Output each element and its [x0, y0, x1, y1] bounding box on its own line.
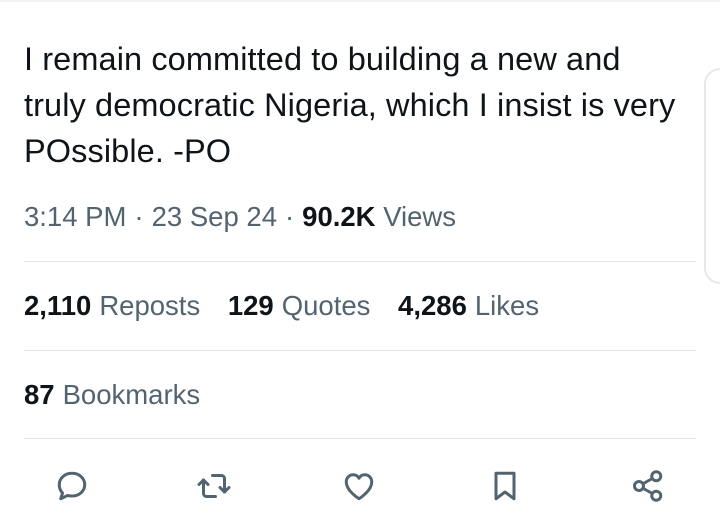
- likes-stat[interactable]: 4,286 Likes: [398, 288, 539, 324]
- quotes-count: 129: [227, 290, 274, 321]
- repost-icon: [197, 474, 231, 498]
- bookmark-icon: [494, 471, 516, 501]
- scrollbar-edge[interactable]: [704, 68, 720, 284]
- bookmark-button[interactable]: [484, 465, 526, 507]
- reposts-count: 2,110: [24, 290, 92, 321]
- reply-icon: [57, 471, 87, 501]
- action-bar: [0, 465, 720, 511]
- repost-button[interactable]: [193, 465, 235, 507]
- views-count: 90.2K: [302, 201, 376, 232]
- separator-dot: ·: [134, 201, 144, 232]
- tweet-meta: 3:14 PM · 23 Sep 24 · 90.2K Views: [24, 199, 456, 235]
- reposts-label: Reposts: [99, 290, 201, 321]
- bookmarks-label: Bookmarks: [62, 379, 201, 410]
- likes-count: 4,286: [398, 290, 467, 321]
- top-border: [0, 0, 720, 2]
- tweet-detail: I remain committed to building a new and…: [0, 0, 720, 527]
- divider: [24, 438, 696, 439]
- share-icon: [633, 470, 663, 502]
- tweet-text: I remain committed to building a new and…: [24, 41, 676, 169]
- divider: [24, 350, 696, 351]
- reposts-stat[interactable]: 2,110 Reposts: [24, 288, 200, 324]
- engagement-stats: 2,110 Reposts 129 Quotes 4,286 Likes: [24, 288, 559, 324]
- bookmark-stats: 87 Bookmarks: [24, 377, 220, 413]
- quotes-label: Quotes: [281, 290, 371, 321]
- like-button[interactable]: [338, 465, 380, 507]
- reply-button[interactable]: [51, 465, 93, 507]
- divider: [24, 261, 696, 262]
- bookmarks-count: 87: [24, 379, 55, 410]
- quotes-stat[interactable]: 129 Quotes: [228, 288, 371, 324]
- bookmarks-stat[interactable]: 87 Bookmarks: [24, 377, 200, 413]
- separator-dot: ·: [284, 201, 295, 232]
- tweet-date[interactable]: 23 Sep 24: [152, 201, 277, 232]
- likes-label: Likes: [474, 290, 540, 321]
- views-label: Views: [383, 201, 457, 232]
- like-icon: [344, 473, 374, 501]
- tweet-time[interactable]: 3:14 PM: [24, 201, 126, 232]
- share-button[interactable]: [627, 465, 669, 507]
